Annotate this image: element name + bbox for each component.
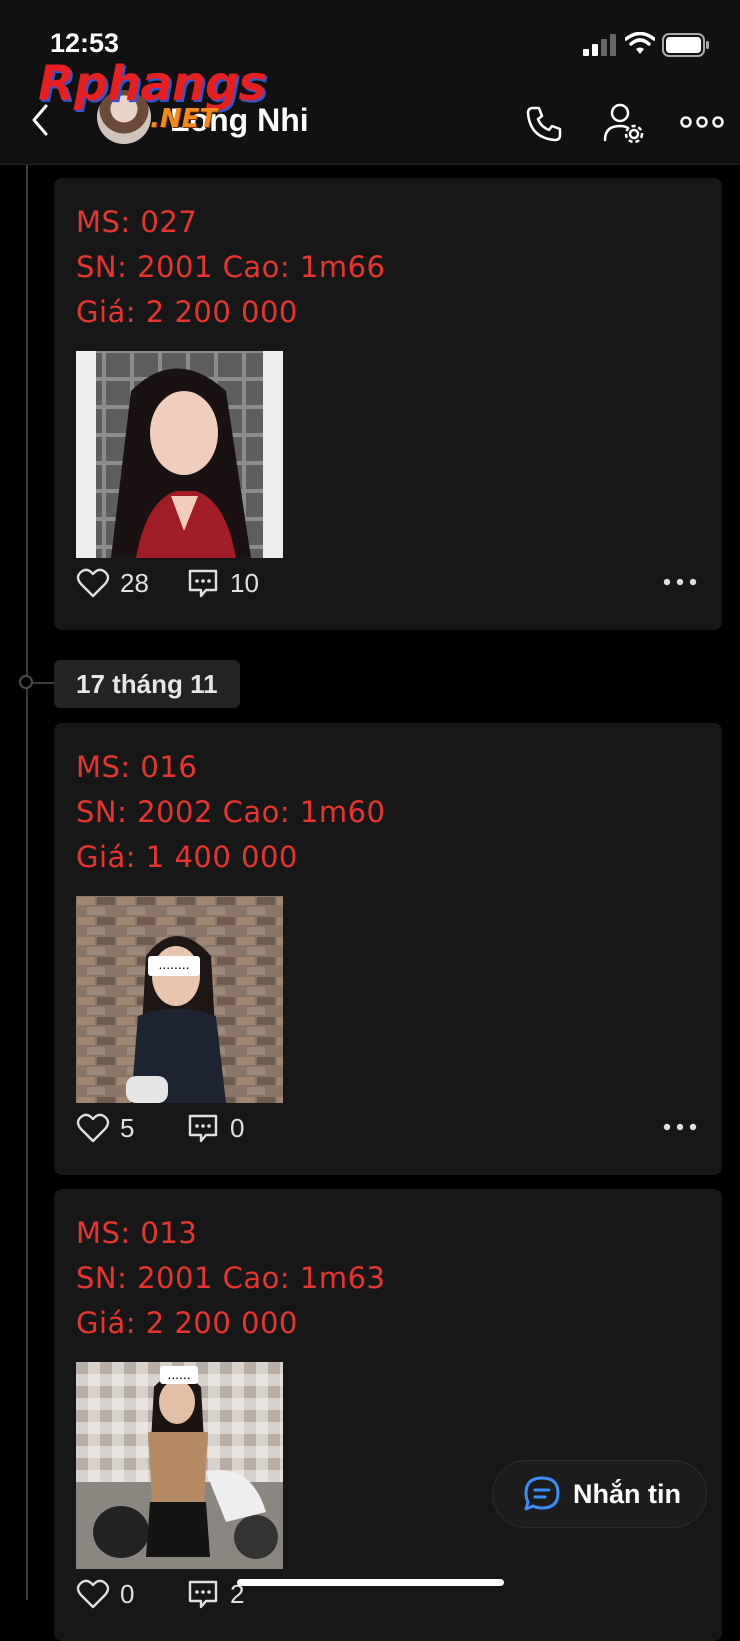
like-button[interactable]: 5 (76, 1108, 134, 1148)
comment-icon (188, 1580, 218, 1609)
post-actions: 28 10 (76, 563, 706, 603)
post-code: MS: 013 (76, 1216, 198, 1250)
post-code: MS: 016 (76, 750, 198, 784)
photo-label: ........ (148, 956, 200, 976)
post-info: SN: 2002 Cao: 1m60 (76, 795, 386, 829)
comment-button[interactable]: 10 (186, 563, 259, 603)
post-text: MS: 013 SN: 2001 Cao: 1m63 Giá: 2 200 00… (76, 1211, 385, 1346)
message-button[interactable]: Nhắn tin (492, 1460, 707, 1528)
like-button[interactable]: 0 (76, 1574, 134, 1614)
timeline-node (19, 675, 33, 689)
chat-icon (524, 1476, 560, 1511)
comment-count: 10 (230, 567, 259, 598)
like-count: 28 (120, 567, 149, 598)
photo-label: ...... (160, 1366, 198, 1384)
post-photo[interactable]: ........ (76, 896, 283, 1103)
comment-count: 0 (230, 1112, 245, 1143)
post-price: Giá: 2 200 000 (76, 295, 298, 329)
post-text: MS: 016 SN: 2002 Cao: 1m60 Giá: 1 400 00… (76, 745, 385, 880)
post-photo[interactable]: ...... (76, 1362, 283, 1569)
post-info: SN: 2001 Cao: 1m66 (76, 250, 386, 284)
heart-icon (76, 1113, 110, 1143)
post-price: Giá: 2 200 000 (76, 1306, 298, 1340)
post-info: SN: 2001 Cao: 1m63 (76, 1261, 386, 1295)
post-card[interactable]: MS: 027 SN: 2001 Cao: 1m66 Giá: 2 200 00… (54, 178, 722, 630)
like-button[interactable]: 28 (76, 563, 149, 603)
home-indicator[interactable] (237, 1579, 504, 1586)
user-settings-icon[interactable] (603, 102, 645, 144)
heart-icon (76, 1579, 110, 1609)
more-icon[interactable] (662, 1120, 698, 1134)
comment-icon (188, 1114, 218, 1143)
post-card[interactable]: MS: 013 SN: 2001 Cao: 1m63 Giá: 2 200 00… (54, 1189, 722, 1641)
post-actions: 5 0 (76, 1108, 706, 1148)
post-photo[interactable] (76, 351, 283, 558)
post-price: Giá: 1 400 000 (76, 840, 298, 874)
watermark-logo: Rphangs .NET (38, 56, 267, 136)
timeline-line (26, 165, 28, 1600)
heart-icon (76, 568, 110, 598)
like-count: 5 (120, 1112, 135, 1143)
post-code: MS: 027 (76, 205, 198, 239)
post-card[interactable]: MS: 016 SN: 2002 Cao: 1m60 Giá: 1 400 00… (54, 723, 722, 1175)
battery-icon (662, 33, 709, 57)
message-button-label: Nhắn tin (573, 1478, 681, 1509)
phone-icon[interactable] (524, 104, 564, 144)
comment-button[interactable]: 2 (186, 1574, 244, 1614)
more-icon[interactable] (662, 575, 698, 589)
timeline-tick (33, 682, 55, 684)
post-text: MS: 027 SN: 2001 Cao: 1m66 Giá: 2 200 00… (76, 200, 385, 335)
watermark-sub: .NET (150, 104, 218, 134)
status-time: 12:53 (50, 28, 120, 58)
like-count: 0 (120, 1578, 135, 1609)
comment-button[interactable]: 0 (186, 1108, 244, 1148)
signal-icon (583, 34, 616, 56)
comment-icon (188, 569, 218, 598)
wifi-icon (625, 32, 655, 54)
more-icon[interactable] (680, 110, 724, 134)
date-label: 17 tháng 11 (54, 660, 240, 708)
